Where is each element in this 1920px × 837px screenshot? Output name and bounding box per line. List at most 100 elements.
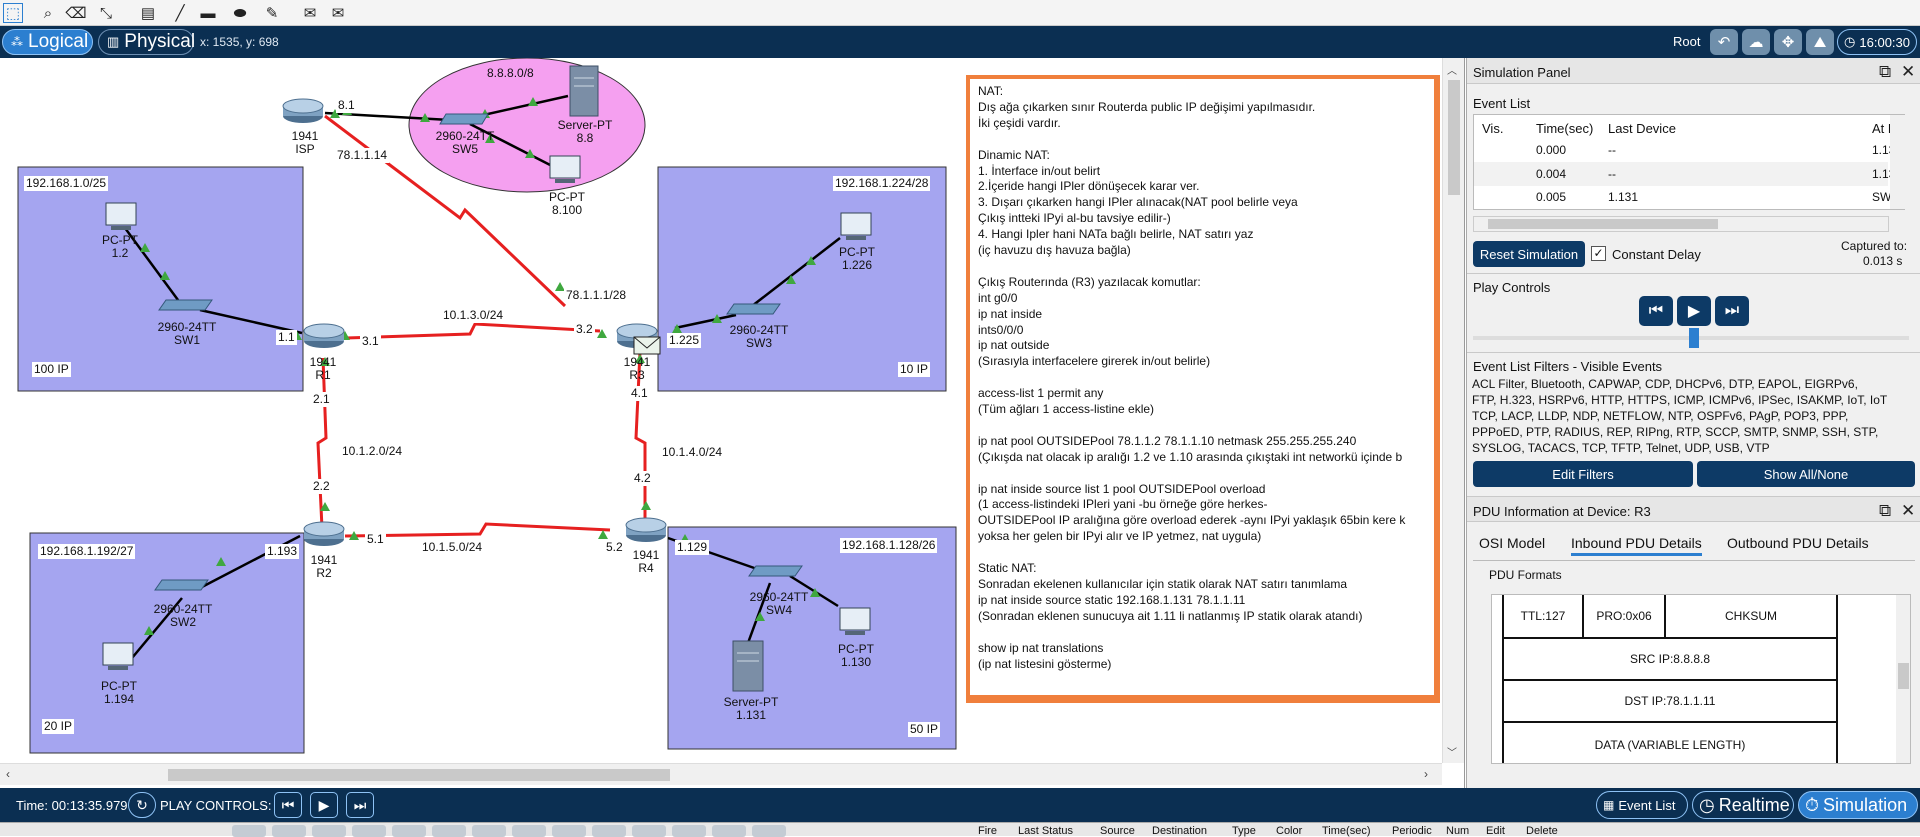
col-vis[interactable]: Vis.	[1482, 121, 1503, 136]
pdu-vscroll[interactable]	[1896, 595, 1910, 763]
server-8-8[interactable]	[569, 65, 599, 117]
resize-icon[interactable]: ⤡	[96, 3, 116, 23]
pdu-col-last-status[interactable]: Last Status	[1018, 825, 1073, 837]
play-button[interactable]: ▶	[1677, 296, 1711, 326]
switch-sw1[interactable]	[158, 299, 213, 311]
event-row[interactable]: 0.005 1.131 SW4	[1474, 186, 1898, 208]
router-r4[interactable]	[625, 517, 667, 542]
pdu-col-destination[interactable]: Destination	[1152, 825, 1207, 837]
device-type-icon[interactable]	[512, 825, 546, 837]
device-type-icon[interactable]	[432, 825, 466, 837]
freeform-icon[interactable]: ✎	[262, 3, 282, 23]
constant-delay-checkbox[interactable]: ✓	[1591, 246, 1606, 261]
undock-icon[interactable]: ⧉	[1879, 62, 1891, 82]
pdu-col-source[interactable]: Source	[1100, 825, 1135, 837]
pdu-col-color[interactable]: Color	[1276, 825, 1302, 837]
workspace-vertical-scrollbar[interactable]: ︿ ﹀	[1442, 58, 1464, 763]
note-line	[978, 132, 1426, 148]
logical-tab[interactable]: ⁂ Logical	[2, 29, 93, 55]
pdu-col-edit[interactable]: Edit	[1486, 825, 1505, 837]
pdu-vscroll-thumb[interactable]	[1898, 663, 1909, 689]
event-list-toggle[interactable]: ▦ Event List	[1596, 791, 1688, 819]
router-r1[interactable]	[303, 323, 345, 348]
device-type-icon[interactable]	[272, 825, 306, 837]
undock-icon[interactable]: ⧉	[1879, 501, 1891, 521]
background-icon[interactable]: ⛰	[1806, 29, 1834, 55]
horizontal-scroll-thumb[interactable]	[168, 769, 670, 781]
router-isp[interactable]	[282, 98, 324, 123]
notes-text-area[interactable]: NAT: Dış ağa çıkarken sınır Routerda publ…	[970, 79, 1434, 695]
switch-sw5[interactable]	[439, 113, 489, 125]
pdu-col-fire[interactable]: Fire	[978, 825, 997, 837]
event-list-hscroll[interactable]	[1473, 216, 1889, 232]
select-icon[interactable]: ⬚	[3, 3, 23, 23]
back-icon[interactable]: ⏮	[274, 792, 302, 818]
scroll-left-icon[interactable]: ‹	[6, 767, 10, 781]
pdu-col-num[interactable]: Num	[1446, 825, 1469, 837]
switch-sw2[interactable]	[154, 579, 209, 591]
pdu-col-time[interactable]: Time(sec)	[1322, 825, 1370, 837]
pdu-col-periodic[interactable]: Periodic	[1392, 825, 1432, 837]
nat-notes[interactable]: NAT: Dış ağa çıkarken sınır Routerda publ…	[966, 75, 1440, 703]
line-icon[interactable]: ╱	[170, 3, 190, 23]
device-type-icon[interactable]	[672, 825, 706, 837]
col-time[interactable]: Time(sec)	[1536, 121, 1593, 136]
event-row[interactable]: 0.004 -- 1.13	[1474, 162, 1895, 186]
switch-sw4[interactable]	[748, 565, 803, 577]
event-row[interactable]: 0.000 -- 1.13	[1474, 138, 1895, 162]
device-type-icon[interactable]	[232, 825, 266, 837]
pdu-col-type[interactable]: Type	[1232, 825, 1256, 837]
reset-time-icon[interactable]: ↻	[128, 792, 156, 818]
ellipse-icon[interactable]: ⬬	[230, 3, 250, 23]
tab-inbound-pdu[interactable]: Inbound PDU Details	[1571, 535, 1702, 556]
scroll-down-icon[interactable]: ﹀	[1447, 744, 1457, 759]
device-type-icon[interactable]	[392, 825, 426, 837]
delete-icon[interactable]: ⌫	[65, 3, 86, 23]
switch-sw3[interactable]	[726, 303, 781, 315]
search-icon[interactable]: ⌕	[38, 3, 58, 23]
step-forward-button[interactable]: ⏭	[1715, 296, 1749, 326]
show-all-none-button[interactable]: Show All/None	[1697, 461, 1915, 487]
workspace-horizontal-scrollbar[interactable]: ‹ ›	[0, 763, 1442, 785]
col-last-device[interactable]: Last Device	[1608, 121, 1676, 136]
event-list-hscroll-thumb[interactable]	[1488, 219, 1718, 229]
physical-tab[interactable]: ▥ Physical	[98, 29, 195, 55]
router-r3[interactable]	[616, 323, 661, 355]
note-icon[interactable]: ▤	[138, 3, 158, 23]
complex-pdu-icon[interactable]: ✉	[328, 3, 348, 23]
step-back-button[interactable]: ⏮	[1639, 296, 1673, 326]
device-type-icon[interactable]	[352, 825, 386, 837]
back-icon[interactable]: ↶	[1710, 29, 1738, 55]
speed-slider-handle[interactable]	[1689, 328, 1699, 348]
edit-filters-button[interactable]: Edit Filters	[1473, 461, 1693, 487]
device-type-icon[interactable]	[752, 825, 786, 837]
forward-icon[interactable]: ⏭	[346, 792, 374, 818]
device-type-icon[interactable]	[712, 825, 746, 837]
device-type-icon[interactable]	[552, 825, 586, 837]
vertical-scroll-thumb[interactable]	[1448, 80, 1460, 195]
device-type-icon[interactable]	[632, 825, 666, 837]
server-1-131[interactable]	[732, 640, 764, 692]
router-r2[interactable]	[303, 521, 345, 546]
scroll-right-icon[interactable]: ›	[1424, 767, 1428, 781]
simulation-mode-button[interactable]: ⏱ Simulation	[1798, 791, 1918, 819]
device-type-icon[interactable]	[592, 825, 626, 837]
scroll-up-icon[interactable]: ︿	[1447, 62, 1457, 77]
rectangle-icon[interactable]: ▬	[198, 3, 218, 23]
cluster-icon[interactable]: ☁	[1742, 29, 1770, 55]
tab-osi-model[interactable]: OSI Model	[1479, 535, 1545, 551]
event-list-table[interactable]: Vis. Time(sec) Last Device At D 0.000 --…	[1473, 114, 1905, 210]
close-icon[interactable]: ✕	[1901, 501, 1915, 521]
simple-pdu-icon[interactable]: ✉	[300, 3, 320, 23]
reset-simulation-button[interactable]: Reset Simulation	[1473, 241, 1585, 267]
close-icon[interactable]: ✕	[1901, 62, 1915, 82]
move-icon[interactable]: ✥	[1774, 29, 1802, 55]
device-type-icon[interactable]	[472, 825, 506, 837]
pdu-format-view[interactable]: TTL:127 PRO:0x06 CHKSUM SRC IP:8.8.8.8 D…	[1491, 594, 1911, 764]
device-type-icon[interactable]	[312, 825, 346, 837]
pdu-col-delete[interactable]: Delete	[1526, 825, 1558, 837]
play-icon[interactable]: ▶	[310, 792, 338, 818]
realtime-mode-button[interactable]: ◷ Realtime	[1692, 791, 1794, 819]
event-list-vscroll[interactable]	[1890, 115, 1905, 209]
tab-outbound-pdu[interactable]: Outbound PDU Details	[1727, 535, 1869, 551]
